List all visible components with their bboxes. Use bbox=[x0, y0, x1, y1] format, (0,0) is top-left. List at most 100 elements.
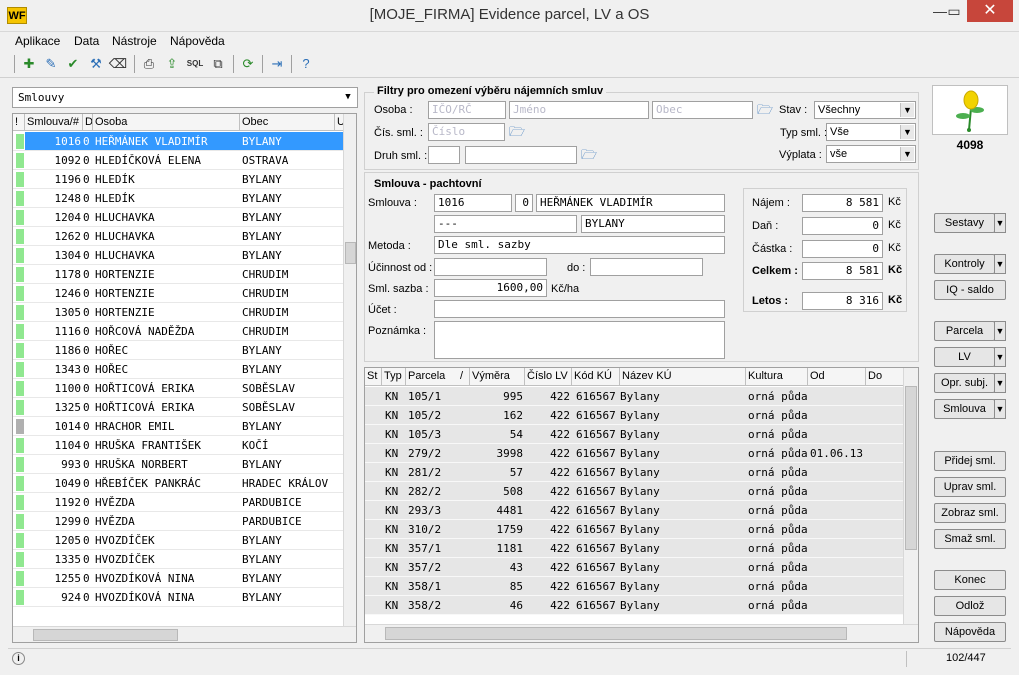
konec-button[interactable]: Konec bbox=[934, 570, 1006, 590]
lv-button[interactable]: LV bbox=[934, 347, 995, 367]
smlouva-dropdown[interactable]: ▼ bbox=[994, 399, 1006, 419]
menu-aplikace[interactable]: Aplikace bbox=[15, 34, 60, 48]
edit-icon[interactable]: ✎ bbox=[41, 54, 61, 74]
table-row[interactable]: KN 310/2 1759 422 616567 Bylany orná půda bbox=[365, 520, 905, 539]
close-button[interactable]: ✕ bbox=[967, 0, 1013, 22]
zobraz-sml-button[interactable]: Zobraz sml. bbox=[934, 503, 1006, 523]
scrollbar-thumb[interactable] bbox=[345, 242, 356, 264]
table-row[interactable]: 1325 0 HOŘTICOVÁ ERIKA SOBĚSLAV bbox=[13, 398, 343, 417]
table-row[interactable]: KN 358/2 46 422 616567 Bylany orná půda bbox=[365, 596, 905, 615]
city-field[interactable]: BYLANY bbox=[581, 215, 725, 233]
typ-select[interactable]: Vše ▼ bbox=[826, 123, 916, 141]
odloz-button[interactable]: Odlož bbox=[934, 596, 1006, 616]
table-row[interactable]: 1178 0 HORTENZIE CHRUDIM bbox=[13, 265, 343, 284]
table-row[interactable]: 1304 0 HLUCHAVKA BYLANY bbox=[13, 246, 343, 265]
lv-dropdown[interactable]: ▼ bbox=[994, 347, 1006, 367]
smlouva-button[interactable]: Smlouva bbox=[934, 399, 995, 419]
column-header-st[interactable]: St bbox=[365, 368, 382, 386]
parcela-dropdown[interactable]: ▼ bbox=[994, 321, 1006, 341]
scrollbar-thumb[interactable] bbox=[385, 627, 847, 640]
jmeno-field[interactable]: Jméno bbox=[509, 101, 649, 119]
table-row[interactable]: 1186 0 HOŘEC BYLANY bbox=[13, 341, 343, 360]
druh-code-field[interactable] bbox=[428, 146, 460, 164]
kontroly-button[interactable]: Kontroly bbox=[934, 254, 995, 274]
cislo-field[interactable]: Číslo bbox=[428, 123, 505, 141]
column-header-kultura[interactable]: Kultura bbox=[746, 368, 808, 386]
help-icon[interactable]: ? bbox=[296, 54, 316, 74]
metoda-field[interactable]: Dle sml. sazby bbox=[434, 236, 725, 254]
column-header-flag[interactable]: ! bbox=[13, 114, 25, 131]
table-row[interactable]: 924 0 HVOZDÍKOVÁ NINA BYLANY bbox=[13, 588, 343, 607]
table-row[interactable]: 1205 0 HVOZDÍČEK BYLANY bbox=[13, 531, 343, 550]
smlouva-d-field[interactable]: 0 bbox=[515, 194, 533, 212]
column-header-lv[interactable]: Číslo LV bbox=[525, 368, 572, 386]
column-header-obec[interactable]: Obec bbox=[240, 114, 335, 131]
table-row[interactable]: KN 105/3 54 422 616567 Bylany orná půda bbox=[365, 425, 905, 444]
obec-field[interactable]: Obec bbox=[652, 101, 753, 119]
table-row[interactable]: 1092 0 HLEDÍČKOVÁ ELENA OSTRAVA bbox=[13, 151, 343, 170]
scrollbar-thumb[interactable] bbox=[905, 386, 917, 550]
table-row[interactable]: KN 293/3 4481 422 616567 Bylany orná půda bbox=[365, 501, 905, 520]
iq-saldo-button[interactable]: IQ - saldo bbox=[934, 280, 1006, 300]
uprav-sml-button[interactable]: Uprav sml. bbox=[934, 477, 1006, 497]
menu-data[interactable]: Data bbox=[74, 34, 99, 48]
approve-icon[interactable]: ✔ bbox=[63, 54, 83, 74]
vyplata-select[interactable]: vše ▼ bbox=[826, 145, 916, 163]
table-row[interactable]: 1204 0 HLUCHAVKA BYLANY bbox=[13, 208, 343, 227]
folder-open-icon[interactable]: 🗁 bbox=[756, 102, 774, 118]
opr-subj-button[interactable]: Opr. subj. bbox=[934, 373, 995, 393]
table-row[interactable]: 1104 0 HRUŠKA FRANTIŠEK KOČÍ bbox=[13, 436, 343, 455]
table-row[interactable]: 1014 0 HRACHOR EMIL BYLANY bbox=[13, 417, 343, 436]
parcela-button[interactable]: Parcela bbox=[934, 321, 995, 341]
folder-open-icon[interactable]: 🗁 bbox=[580, 147, 598, 163]
column-header-vymera[interactable]: Výměra bbox=[470, 368, 525, 386]
smlouva-number-field[interactable]: 1016 bbox=[434, 194, 512, 212]
table-row[interactable]: 993 0 HRUŠKA NORBERT BYLANY bbox=[13, 455, 343, 474]
table-row[interactable]: 1255 0 HVOZDÍKOVÁ NINA BYLANY bbox=[13, 569, 343, 588]
contracts-grid[interactable]: ! Smlouva/# D Osoba Obec U 1016 0 HEŘMÁNEK… bbox=[12, 113, 357, 643]
refresh-icon[interactable]: ⟳ bbox=[238, 54, 258, 74]
table-row[interactable]: 1343 0 HOŘEC BYLANY bbox=[13, 360, 343, 379]
table-row[interactable]: KN 358/1 85 422 616567 Bylany orná půda bbox=[365, 577, 905, 596]
export-icon[interactable]: ⇪ bbox=[162, 54, 182, 74]
sestavy-button[interactable]: Sestavy bbox=[934, 213, 995, 233]
table-row[interactable]: 1299 0 HVĚZDA PARDUBICE bbox=[13, 512, 343, 531]
tools-icon[interactable]: ⚒ bbox=[86, 54, 106, 74]
column-header-typ[interactable]: Typ bbox=[382, 368, 406, 386]
column-header-smlouva[interactable]: Smlouva/# bbox=[25, 114, 83, 131]
druh-name-field[interactable] bbox=[465, 146, 577, 164]
horizontal-scrollbar[interactable] bbox=[365, 624, 918, 642]
table-row[interactable]: KN 281/2 57 422 616567 Bylany orná půda bbox=[365, 463, 905, 482]
table-row[interactable]: 1016 0 HEŘMÁNEK VLADIMÍR BYLANY bbox=[13, 132, 343, 151]
table-row[interactable]: KN 105/1 995 422 616567 Bylany orná půda bbox=[365, 387, 905, 406]
ico-field[interactable]: IČO/RČ bbox=[428, 101, 506, 119]
stav-select[interactable]: Všechny ▼ bbox=[814, 101, 916, 119]
maximize-button[interactable]: ▭ bbox=[940, 0, 968, 22]
table-row[interactable]: KN 357/1 1181 422 616567 Bylany orná půda bbox=[365, 539, 905, 558]
column-header-od[interactable]: Od bbox=[808, 368, 866, 386]
column-header-nazev[interactable]: Název KÚ bbox=[620, 368, 746, 386]
table-row[interactable]: 1100 0 HOŘTICOVÁ ERIKA SOBĚSLAV bbox=[13, 379, 343, 398]
column-header-d[interactable]: D bbox=[83, 114, 93, 131]
table-row[interactable]: 1116 0 HOŘCOVÁ NADĚŽDA CHRUDIM bbox=[13, 322, 343, 341]
vertical-scrollbar[interactable] bbox=[903, 368, 918, 624]
sazba-field[interactable]: 1600,00 bbox=[434, 279, 547, 297]
folder-open-icon[interactable]: 🗁 bbox=[508, 124, 526, 140]
table-row[interactable]: KN 105/2 162 422 616567 Bylany orná půda bbox=[365, 406, 905, 425]
copy-icon[interactable]: ⧉ bbox=[208, 54, 228, 74]
menu-nastroje[interactable]: Nástroje bbox=[112, 34, 157, 48]
vertical-scrollbar[interactable] bbox=[343, 114, 356, 626]
new-doc-icon[interactable]: ✚ bbox=[19, 54, 39, 74]
sql-icon[interactable]: SQL bbox=[185, 54, 205, 74]
table-row[interactable]: 1335 0 HVOZDÍČEK BYLANY bbox=[13, 550, 343, 569]
menu-napoveda[interactable]: Nápověda bbox=[170, 34, 225, 48]
table-row[interactable]: 1192 0 HVĚZDA PARDUBICE bbox=[13, 493, 343, 512]
ucinnost-od-field[interactable] bbox=[434, 258, 547, 276]
parcels-grid[interactable]: St Typ Parcela / Výměra Číslo LV Kód KÚ N… bbox=[364, 367, 919, 643]
table-row[interactable]: 1262 0 HLUCHAVKA BYLANY bbox=[13, 227, 343, 246]
exit-icon[interactable]: ⇥ bbox=[267, 54, 287, 74]
osoba-name-field[interactable]: HEŘMÁNEK VLADIMÍR bbox=[536, 194, 725, 212]
table-row[interactable]: 1246 0 HORTENZIE CHRUDIM bbox=[13, 284, 343, 303]
column-header-parcela[interactable]: Parcela / bbox=[406, 368, 470, 386]
horizontal-scrollbar[interactable] bbox=[13, 626, 356, 642]
